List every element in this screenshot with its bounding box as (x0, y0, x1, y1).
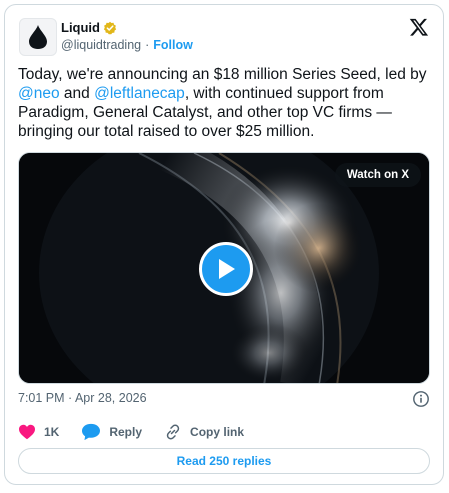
drop-logo-icon (29, 25, 47, 49)
verified-badge-icon (103, 21, 117, 34)
read-replies-button[interactable]: Read 250 replies (18, 448, 430, 474)
link-icon (166, 424, 180, 440)
avatar[interactable] (19, 18, 57, 56)
copy-link-label: Copy link (190, 425, 245, 439)
separator-dot: · (145, 38, 150, 52)
author-name[interactable]: Liquid (61, 20, 100, 35)
action-bar: 1K Reply Copy link (18, 422, 266, 442)
heart-icon (19, 424, 35, 440)
mention-leftlanecap[interactable]: @leftlanecap (94, 85, 185, 102)
x-logo-icon[interactable] (409, 17, 429, 37)
copy-link-button[interactable]: Copy link (164, 423, 244, 441)
video-player[interactable]: Watch on X (18, 152, 430, 384)
like-count: 1K (44, 425, 60, 439)
reply-button[interactable]: Reply (81, 423, 142, 441)
author-handle-row: @liquidtrading · Follow (61, 38, 193, 52)
info-icon[interactable] (412, 390, 430, 408)
play-icon (219, 259, 235, 279)
tweet-text: Today, we're announcing an $18 million S… (18, 65, 433, 141)
tweet-card: Liquid @liquidtrading · Follow Today, we… (4, 4, 444, 485)
tweet-timestamp[interactable]: 7:01 PM · Apr 28, 2026 (18, 391, 147, 405)
mention-neo[interactable]: @neo (18, 85, 60, 102)
tweet-text-part: Today, we're announcing an $18 million S… (18, 66, 427, 83)
play-button[interactable] (199, 242, 253, 296)
like-button[interactable]: 1K (18, 424, 59, 440)
reply-label: Reply (109, 425, 143, 439)
author-name-row: Liquid (61, 20, 117, 35)
tweet-text-part: and (59, 85, 95, 102)
author-handle[interactable]: @liquidtrading (61, 38, 141, 52)
watch-on-x-button[interactable]: Watch on X (334, 163, 421, 187)
follow-button[interactable]: Follow (153, 38, 193, 52)
reply-bubble-icon (82, 423, 101, 441)
